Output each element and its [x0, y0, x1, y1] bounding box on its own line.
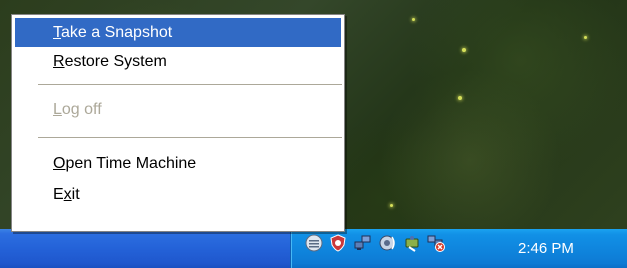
wallpaper-speck	[462, 48, 466, 52]
menu-item-label-suffix: ake a Snapshot	[61, 24, 173, 41]
menu-item-label-suffix: pen Time Machine	[65, 155, 197, 172]
wallpaper-speck	[390, 204, 393, 207]
wallpaper-speck	[458, 96, 462, 100]
menu-item-label-suffix: it	[71, 186, 80, 203]
menu-item-take-a-snapshot[interactable]: Take a Snapshot	[15, 18, 341, 47]
menu-item-mnemonic: L	[53, 101, 62, 118]
menu-item-label-suffix: og off	[61, 101, 102, 118]
menu-item-mnemonic: T	[53, 24, 61, 41]
menu-item-open-time-machine[interactable]: Open Time Machine	[15, 149, 341, 178]
menu-item-label-prefix: E	[53, 186, 64, 203]
menu-item-label-suffix: estore System	[64, 53, 167, 70]
menu-item-restore-system[interactable]: Restore System	[15, 47, 341, 76]
security-alert-icon[interactable]	[329, 234, 347, 252]
volume-icon[interactable]	[379, 234, 397, 252]
tray-context-menu: Take a Snapshot Restore System Log off O…	[11, 14, 345, 232]
wallpaper-speck	[412, 18, 415, 21]
network-disconnected-icon[interactable]	[427, 234, 445, 252]
wallpaper-speck	[584, 36, 587, 39]
menu-item-exit[interactable]: Exit	[15, 180, 341, 209]
menu-separator	[38, 137, 342, 138]
menu-item-mnemonic: O	[53, 155, 66, 172]
menu-item-log-off: Log off	[15, 95, 341, 124]
menu-item-mnemonic: x	[63, 186, 72, 203]
menu-item-mnemonic: R	[53, 53, 65, 70]
taskbar-clock[interactable]: 2:46 PM	[518, 229, 618, 268]
safely-remove-hardware-icon[interactable]	[403, 234, 421, 252]
menu-separator	[38, 84, 342, 85]
messenger-icon[interactable]	[305, 234, 323, 252]
network-icon[interactable]	[354, 234, 372, 252]
